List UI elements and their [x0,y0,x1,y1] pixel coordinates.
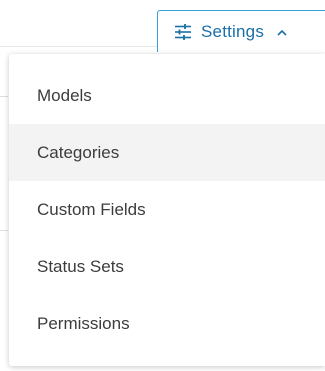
menu-item-label: Permissions [37,313,130,333]
menu-item-categories[interactable]: Categories [9,124,325,181]
settings-button[interactable]: Settings [157,10,325,52]
chevron-up-icon [276,26,288,38]
menu-item-models[interactable]: Models [9,67,325,124]
settings-dropdown-view: Settings Models Categories Custom Fields… [0,0,325,371]
settings-menu: Models Categories Custom Fields Status S… [9,54,325,366]
menu-item-permissions[interactable]: Permissions [9,295,325,352]
menu-item-status-sets[interactable]: Status Sets [9,238,325,295]
menu-item-label: Models [37,85,92,105]
menu-item-label: Categories [37,142,120,162]
settings-button-label: Settings [201,21,265,41]
background-divider [0,96,8,97]
background-divider [0,46,160,47]
menu-item-label: Status Sets [37,256,124,276]
menu-item-custom-fields[interactable]: Custom Fields [9,181,325,238]
background-divider [0,230,8,231]
menu-item-label: Custom Fields [37,199,146,219]
sliders-icon [174,23,192,41]
